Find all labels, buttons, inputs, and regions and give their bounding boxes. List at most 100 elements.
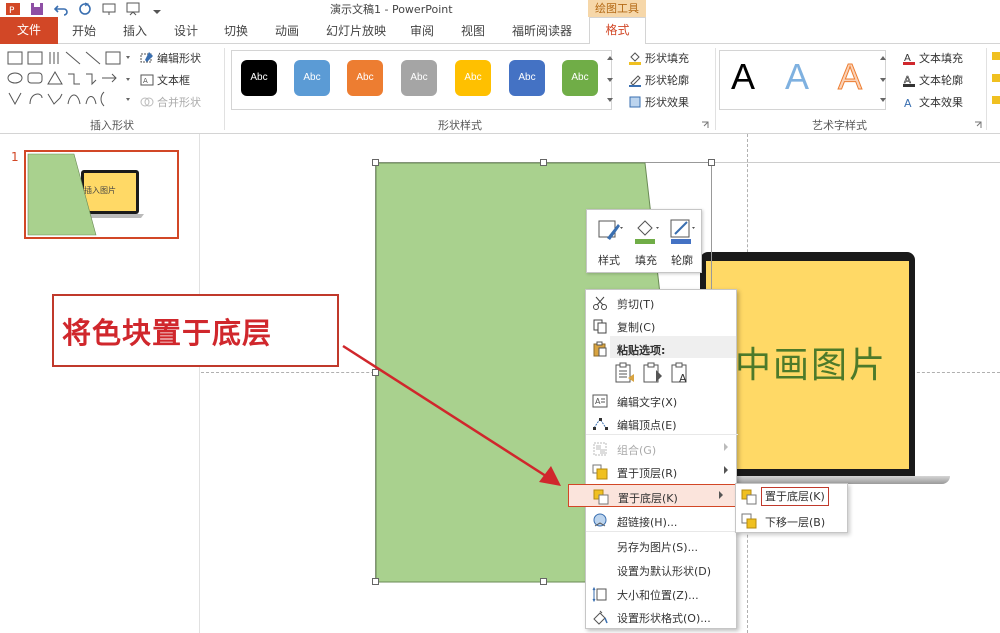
submenu-item-send-to-back[interactable]: 置于底层(K) [736,485,849,508]
menu-item-format-shape[interactable]: 设置形状格式(O)... [586,605,738,628]
paste-keep-formatting-icon[interactable] [642,362,664,384]
submenu-arrow-icon [724,466,728,474]
save-icon[interactable] [30,2,44,16]
paint-bucket-icon [635,220,659,244]
drawing-tools-label: 绘图工具 [588,0,646,17]
group-divider [224,48,225,130]
pencil-icon [629,75,641,87]
tab-animations[interactable]: 动画 [275,22,299,39]
hyperlink-icon [593,513,607,527]
menu-item-copy[interactable]: 复制(C) [586,314,738,337]
tab-transitions[interactable]: 切换 [224,22,248,39]
tab-slideshow[interactable]: 幻灯片放映 [326,22,386,39]
menu-item-edit-points[interactable]: 编辑顶点(E) [586,412,738,435]
menu-item-send-to-back[interactable]: 置于底层(K) [568,484,738,507]
shape-fill-label: 形状填充 [645,52,689,65]
arrange-partial-icon[interactable] [990,50,1000,110]
tab-file[interactable]: 文件 [0,17,58,44]
resize-handle[interactable] [540,578,547,585]
tab-home[interactable]: 开始 [72,22,96,39]
resize-handle[interactable] [372,159,379,166]
tab-insert[interactable]: 插入 [123,22,147,39]
paste-use-destination-theme-icon[interactable] [614,362,636,384]
tab-format[interactable]: 格式 [589,17,646,45]
presenter-icon[interactable] [126,2,140,16]
style-button[interactable]: 样式 [592,216,626,270]
shape-style-swatch[interactable]: Abc [294,60,330,96]
tab-review[interactable]: 审阅 [410,22,434,39]
merge-shapes-label: 合并形状 [157,96,201,109]
menu-item-save-as-picture[interactable]: 另存为图片(S)... [586,534,738,557]
shape-style-swatch[interactable]: Abc [509,60,545,96]
text-outline-button[interactable]: A 文本轮廓 [902,72,963,88]
svg-text:A: A [679,372,687,384]
menu-item-label: 复制(C) [617,321,656,334]
resize-handle[interactable] [540,159,547,166]
resize-handle[interactable] [372,578,379,585]
edit-shape-button[interactable]: 编辑形状 [140,50,201,66]
undo-icon[interactable] [54,2,68,16]
menu-item-bring-to-front[interactable]: 置于顶层(R) [586,460,738,483]
menu-item-edit-text[interactable]: A 编辑文字(X) [586,389,738,412]
edit-shape-label: 编辑形状 [157,52,201,65]
menu-item-size-position[interactable]: 大小和位置(Z)... [586,582,738,605]
wordart-style-black[interactable]: A [731,56,755,98]
submenu-item-send-backward[interactable]: 下移一层(B) [736,509,849,532]
redo-icon[interactable] [78,2,92,16]
fill-button[interactable]: 填充 [629,216,663,270]
menu-item-label: 置于底层(K) [618,492,678,505]
window-title: 演示文稿1 - PowerPoint [330,3,453,16]
clipboard-icon [593,341,607,357]
menu-item-cut[interactable]: 剪切(T) [586,291,738,314]
size-position-icon [592,586,607,602]
customize-qat-icon[interactable] [150,2,164,16]
resize-handle[interactable] [708,159,715,166]
edit-points-icon [593,418,608,430]
send-to-back-icon [741,489,757,505]
shape-effects-button[interactable]: 形状效果 [628,94,689,110]
callout-text: 将色块置于底层 [62,316,273,350]
shape-fill-button[interactable]: 形状填充 [628,50,689,66]
style-icon [598,220,623,240]
gallery-scroll-icon[interactable] [605,52,615,108]
start-slideshow-icon[interactable] [102,2,116,16]
menu-item-group[interactable]: 组合(G) [586,437,738,460]
shape-style-swatch[interactable]: Abc [347,60,383,96]
menu-item-label: 编辑文字(X) [617,396,678,409]
wordart-style-orange[interactable]: A [837,56,862,98]
send-to-back-submenu: 置于底层(K) 下移一层(B) [735,483,848,533]
text-outline-label: 文本轮廓 [919,74,963,87]
shapes-gallery[interactable] [4,48,134,110]
shape-outline-button[interactable]: 形状轮廓 [628,72,689,88]
red-arrow-icon [342,344,561,486]
tab-foxit-reader[interactable]: 福昕阅读器 [512,22,572,39]
shape-style-swatch[interactable]: Abc [562,60,598,96]
shape-style-swatch[interactable]: Abc [401,60,437,96]
outline-icon [670,219,695,244]
svg-text:A: A [595,397,601,406]
menu-item-label: 超链接(H)... [617,516,678,529]
text-box-button[interactable]: A 文本框 [140,72,190,88]
shape-style-swatch[interactable]: Abc [241,60,277,96]
dialog-launcher-icon[interactable] [701,121,709,129]
text-effects-button[interactable]: A 文本效果 [902,94,963,110]
text-fill-button[interactable]: A 文本填充 [902,50,963,66]
merge-shapes-button[interactable]: 合并形状 [140,94,201,110]
slide-thumbnail[interactable]: 插入图片 [24,150,179,239]
menu-item-set-default-shape[interactable]: 设置为默认形状(D) [586,558,738,581]
tab-view[interactable]: 视图 [461,22,485,39]
wordart-style-blue[interactable]: A [785,56,809,98]
ribbon-tabs: 文件 开始 插入 设计 切换 动画 幻灯片放映 审阅 视图 福昕阅读器 格式 [0,17,1000,45]
gallery-scroll-icon[interactable] [878,52,888,108]
tab-design[interactable]: 设计 [174,22,198,39]
dialog-launcher-icon[interactable] [974,121,982,129]
outline-button[interactable]: 轮廓 [665,216,699,270]
text-effects-label: 文本效果 [919,96,963,109]
group-divider [715,48,716,130]
shape-style-swatch[interactable]: Abc [455,60,491,96]
shape-styles-group-label: 形状样式 [438,119,482,132]
context-menu: 剪切(T) 复制(C) 粘贴选项: A A 编辑文字(X) 编辑顶点(E) 组合… [568,289,738,629]
text-fill-icon: A [903,53,915,65]
menu-item-hyperlink[interactable]: 超链接(H)... [586,509,738,532]
paste-text-only-icon[interactable]: A [670,362,692,384]
